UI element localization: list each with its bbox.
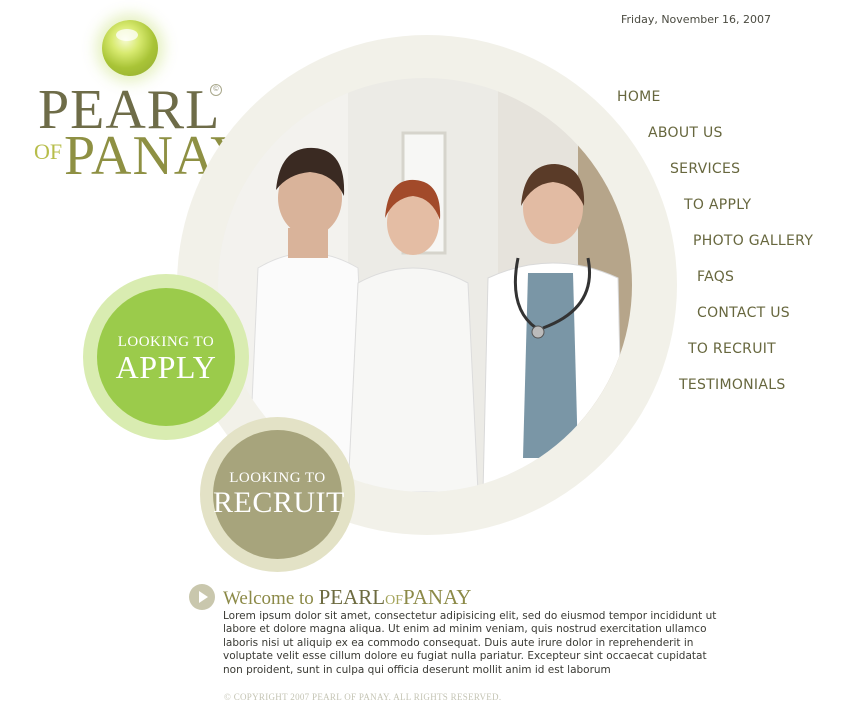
- welcome-brand-pearl: PEARL: [318, 585, 386, 609]
- date-display: Friday, November 16, 2007: [621, 13, 772, 26]
- logo-word-of: OF: [34, 139, 63, 164]
- looking-to-recruit-button[interactable]: LOOKING TO RECRUIT: [200, 417, 355, 572]
- welcome-heading: Welcome to PEARLOFPANAY: [223, 585, 471, 610]
- nav-services[interactable]: SERVICES: [670, 161, 740, 177]
- nav-testimonials[interactable]: TESTIMONIALS: [679, 377, 786, 393]
- nav-contact-us[interactable]: CONTACT US: [697, 305, 790, 321]
- play-arrow-icon[interactable]: [189, 584, 215, 610]
- apply-badge-inner: LOOKING TO APPLY: [97, 288, 235, 426]
- nav-home[interactable]: HOME: [617, 89, 661, 105]
- logo-copyright-mark: ©: [210, 84, 222, 96]
- recruit-badge-small-text: LOOKING TO: [229, 470, 326, 486]
- looking-to-apply-button[interactable]: LOOKING TO APPLY: [83, 274, 249, 440]
- nav-to-apply[interactable]: TO APPLY: [684, 197, 751, 213]
- nav-about-us[interactable]: ABOUT US: [648, 125, 723, 141]
- footer-copyright: © COPYRIGHT 2007 PEARL OF PANAY. ALL RIG…: [224, 692, 502, 702]
- nav-to-recruit[interactable]: TO RECRUIT: [688, 341, 776, 357]
- welcome-brand-panay: PANAY: [402, 585, 472, 609]
- recruit-badge-inner: LOOKING TO RECRUIT: [213, 430, 345, 559]
- recruit-badge-big-text: RECRUIT: [213, 486, 345, 519]
- apply-badge-big-text: APPLY: [115, 349, 217, 385]
- welcome-brand-of: OF: [385, 593, 403, 608]
- nav-faqs[interactable]: FAQS: [697, 269, 734, 285]
- pearl-logo-icon: [102, 20, 158, 76]
- welcome-prefix: Welcome to: [223, 588, 319, 609]
- welcome-body-text: Lorem ipsum dolor sit amet, consectetur …: [223, 610, 717, 676]
- nav-photo-gallery[interactable]: PHOTO GALLERY: [693, 233, 813, 249]
